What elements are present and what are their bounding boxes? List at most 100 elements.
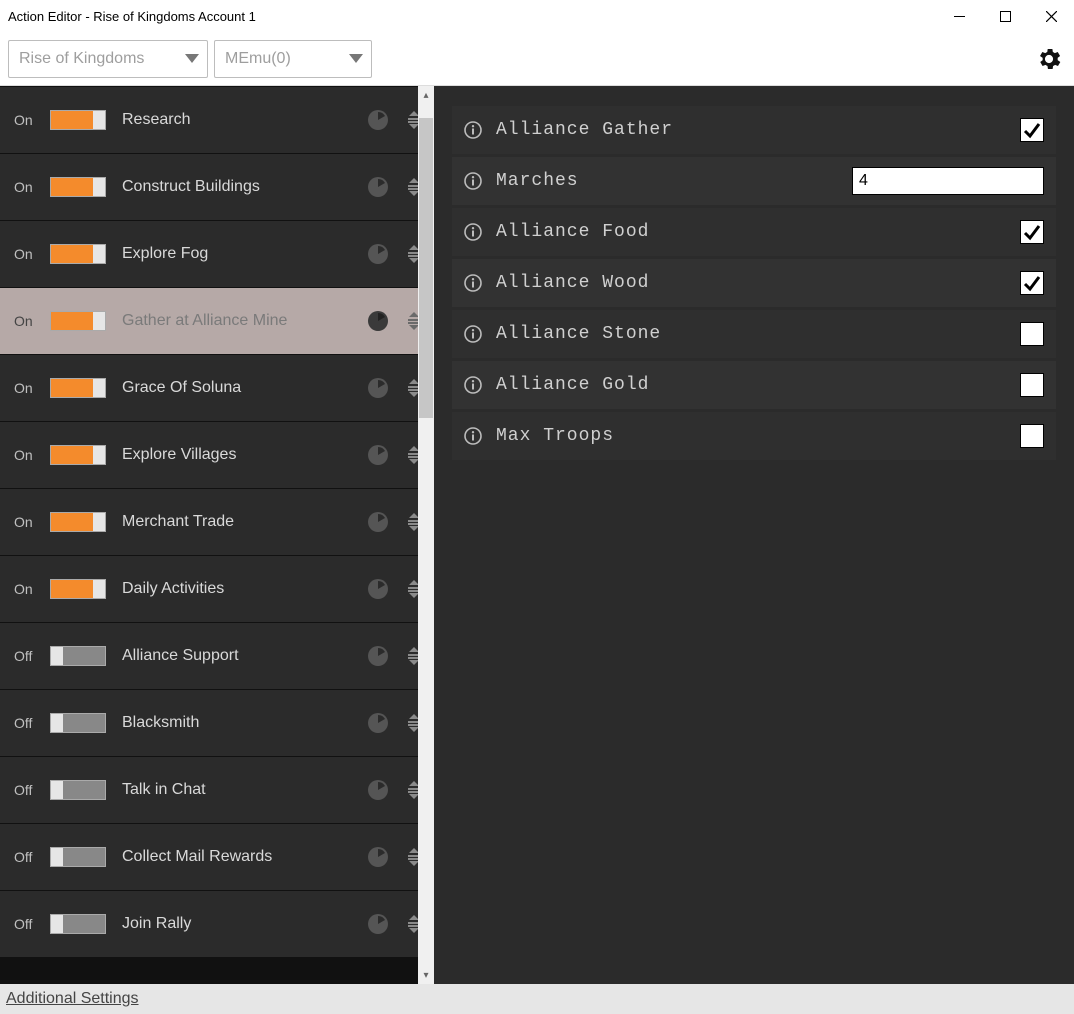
- action-row[interactable]: On Daily Activities: [0, 556, 434, 622]
- action-toggle[interactable]: [50, 914, 106, 934]
- scroll-down-arrow[interactable]: ▾: [418, 966, 434, 984]
- main-content: On Research On Construct Buildings: [0, 86, 1074, 984]
- clock-icon[interactable]: [366, 175, 390, 199]
- action-row[interactable]: On Explore Villages: [0, 422, 434, 488]
- row-icons: [366, 175, 424, 199]
- action-row[interactable]: On Merchant Trade: [0, 489, 434, 555]
- setting-checkbox[interactable]: [1020, 424, 1044, 448]
- action-row[interactable]: Off Talk in Chat: [0, 757, 434, 823]
- row-icons: [366, 711, 424, 735]
- action-toggle[interactable]: [50, 110, 106, 130]
- action-toggle[interactable]: [50, 244, 106, 264]
- setting-row: Max Troops: [452, 412, 1056, 460]
- footer-bar: Additional Settings: [0, 984, 1074, 1014]
- clock-icon[interactable]: [366, 309, 390, 333]
- action-row[interactable]: On Grace Of Soluna: [0, 355, 434, 421]
- action-toggle[interactable]: [50, 311, 106, 331]
- info-icon[interactable]: [464, 172, 482, 190]
- emulator-dropdown[interactable]: MEmu(0): [214, 40, 372, 78]
- toggle-state-label: Off: [14, 916, 40, 932]
- clock-icon[interactable]: [366, 577, 390, 601]
- row-icons: [366, 912, 424, 936]
- setting-checkbox[interactable]: [1020, 373, 1044, 397]
- action-toggle[interactable]: [50, 177, 106, 197]
- clock-icon[interactable]: [366, 845, 390, 869]
- toggle-state-label: On: [14, 313, 40, 329]
- clock-icon[interactable]: [366, 108, 390, 132]
- clock-icon[interactable]: [366, 242, 390, 266]
- action-row[interactable]: Off Blacksmith: [0, 690, 434, 756]
- action-row[interactable]: Off Collect Mail Rewards: [0, 824, 434, 890]
- action-row[interactable]: On Research: [0, 87, 434, 153]
- setting-text-input[interactable]: [852, 167, 1044, 195]
- action-row[interactable]: On Explore Fog: [0, 221, 434, 287]
- toggle-state-label: Off: [14, 715, 40, 731]
- toggle-state-label: On: [14, 447, 40, 463]
- setting-checkbox[interactable]: [1020, 271, 1044, 295]
- action-label: Construct Buildings: [122, 178, 356, 196]
- setting-label: Alliance Gather: [496, 120, 1006, 140]
- row-icons: [366, 577, 424, 601]
- scroll-up-arrow[interactable]: ▴: [418, 86, 434, 104]
- maximize-button[interactable]: [982, 0, 1028, 32]
- info-icon[interactable]: [464, 427, 482, 445]
- setting-label: Alliance Food: [496, 222, 1006, 242]
- setting-checkbox[interactable]: [1020, 220, 1044, 244]
- settings-button[interactable]: [1032, 42, 1066, 76]
- close-button[interactable]: [1028, 0, 1074, 32]
- toggle-state-label: On: [14, 514, 40, 530]
- info-icon[interactable]: [464, 121, 482, 139]
- clock-icon[interactable]: [366, 443, 390, 467]
- action-row[interactable]: Off Alliance Support: [0, 623, 434, 689]
- setting-row: Alliance Gather: [452, 106, 1056, 154]
- action-label: Gather at Alliance Mine: [122, 312, 356, 330]
- clock-icon[interactable]: [366, 711, 390, 735]
- action-toggle[interactable]: [50, 579, 106, 599]
- row-icons: [366, 845, 424, 869]
- setting-label: Alliance Gold: [496, 375, 1006, 395]
- action-toggle[interactable]: [50, 847, 106, 867]
- action-toggle[interactable]: [50, 445, 106, 465]
- action-row[interactable]: Off Join Rally: [0, 891, 434, 957]
- clock-icon[interactable]: [366, 510, 390, 534]
- action-label: Explore Fog: [122, 245, 356, 263]
- scrollbar[interactable]: ▴ ▾: [418, 86, 434, 984]
- info-icon[interactable]: [464, 274, 482, 292]
- minimize-button[interactable]: [936, 0, 982, 32]
- action-label: Daily Activities: [122, 580, 356, 598]
- action-row[interactable]: On Construct Buildings: [0, 154, 434, 220]
- toggle-state-label: On: [14, 246, 40, 262]
- action-label: Grace Of Soluna: [122, 379, 356, 397]
- setting-row: Marches: [452, 157, 1056, 205]
- action-toggle[interactable]: [50, 780, 106, 800]
- setting-checkbox[interactable]: [1020, 322, 1044, 346]
- action-toggle[interactable]: [50, 512, 106, 532]
- game-dropdown[interactable]: Rise of Kingdoms: [8, 40, 208, 78]
- info-icon[interactable]: [464, 223, 482, 241]
- clock-icon[interactable]: [366, 644, 390, 668]
- info-icon[interactable]: [464, 376, 482, 394]
- setting-label: Alliance Stone: [496, 324, 1006, 344]
- toggle-state-label: On: [14, 581, 40, 597]
- game-dropdown-label: Rise of Kingdoms: [19, 50, 144, 68]
- additional-settings-link[interactable]: Additional Settings: [6, 990, 139, 1008]
- scroll-thumb[interactable]: [419, 118, 433, 418]
- setting-checkbox[interactable]: [1020, 118, 1044, 142]
- info-icon[interactable]: [464, 325, 482, 343]
- action-list-panel: On Research On Construct Buildings: [0, 86, 434, 984]
- action-row[interactable]: On Gather at Alliance Mine: [0, 288, 434, 354]
- clock-icon[interactable]: [366, 912, 390, 936]
- clock-icon[interactable]: [366, 376, 390, 400]
- window-title: Action Editor - Rise of Kingdoms Account…: [8, 9, 256, 24]
- window-titlebar: Action Editor - Rise of Kingdoms Account…: [0, 0, 1074, 32]
- row-icons: [366, 108, 424, 132]
- clock-icon[interactable]: [366, 778, 390, 802]
- row-icons: [366, 309, 424, 333]
- action-toggle[interactable]: [50, 713, 106, 733]
- row-icons: [366, 242, 424, 266]
- action-list[interactable]: On Research On Construct Buildings: [0, 86, 434, 984]
- action-label: Collect Mail Rewards: [122, 848, 356, 866]
- action-toggle[interactable]: [50, 378, 106, 398]
- action-toggle[interactable]: [50, 646, 106, 666]
- chevron-down-icon: [185, 54, 199, 63]
